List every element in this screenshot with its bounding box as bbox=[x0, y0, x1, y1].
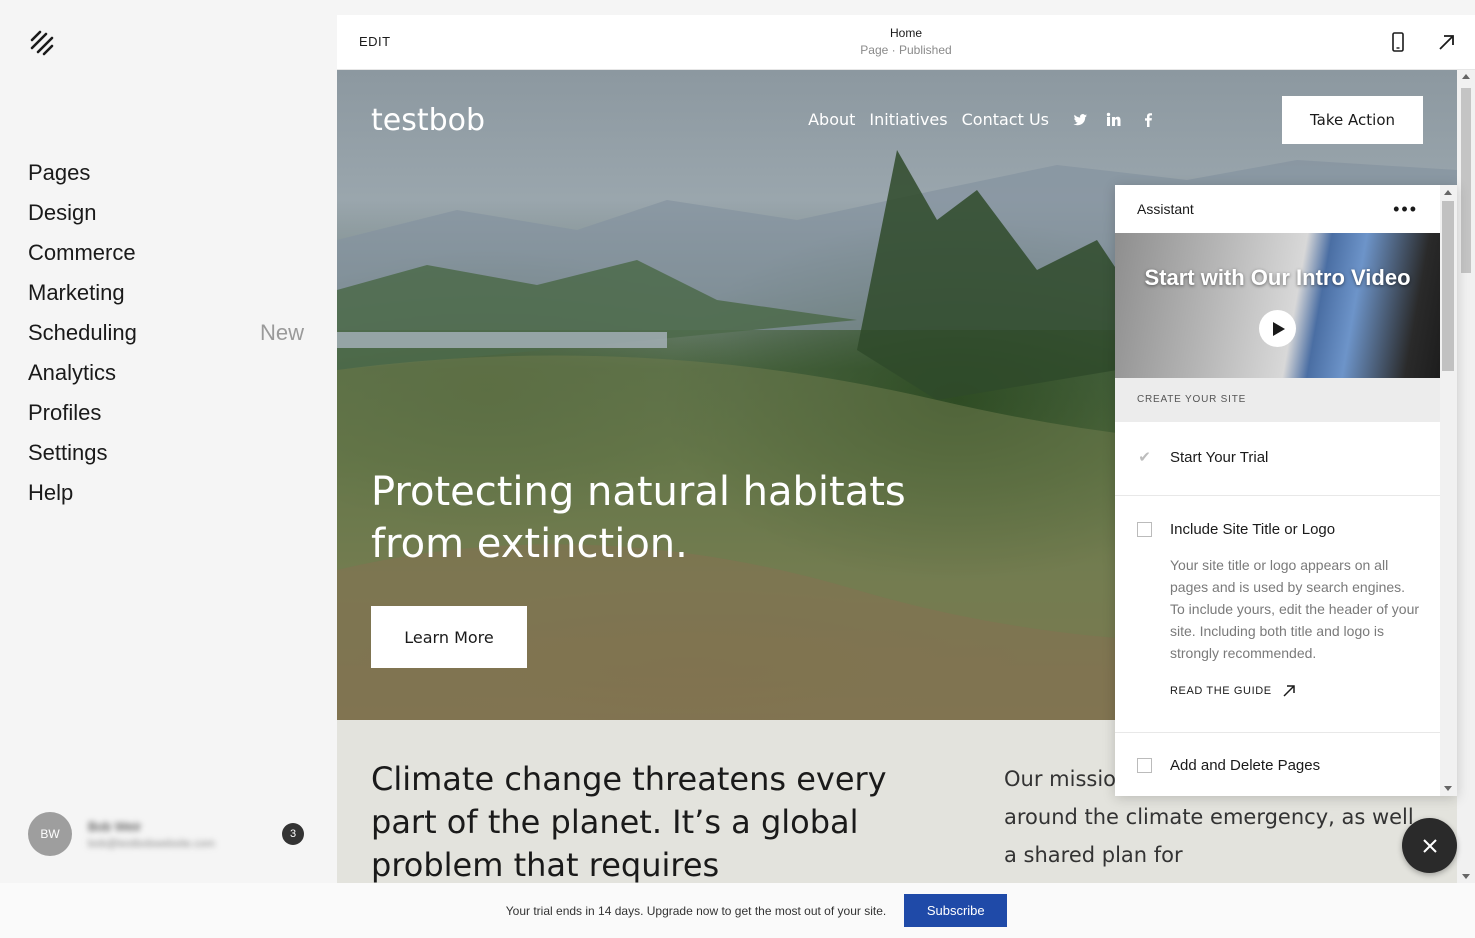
sidebar: Pages Design Commerce Marketing Scheduli… bbox=[0, 0, 337, 883]
nav-item-label: Commerce bbox=[28, 240, 136, 265]
nav-item-label: Profiles bbox=[28, 400, 102, 425]
new-badge: New bbox=[259, 320, 304, 345]
account-menu[interactable]: BW Bob Weir bob@testbobwebsite.com 3 bbox=[28, 812, 308, 856]
take-action-button[interactable]: Take Action bbox=[1282, 96, 1423, 144]
mission-heading[interactable]: Climate change threatens every part of t… bbox=[371, 758, 891, 883]
nav-item-profiles[interactable]: Profiles bbox=[28, 393, 308, 433]
editor-topbar: EDIT Home Page · Published bbox=[337, 15, 1475, 70]
account-email: bob@testbobwebsite.com bbox=[88, 837, 215, 850]
hero-headline[interactable]: Protecting natural habitats from extinct… bbox=[371, 466, 991, 570]
account-info: Bob Weir bob@testbobwebsite.com bbox=[88, 819, 282, 850]
scroll-down-arrow-icon[interactable] bbox=[1444, 786, 1452, 791]
frame-scrollbar[interactable] bbox=[1457, 70, 1475, 883]
step-checkbox[interactable] bbox=[1137, 521, 1152, 537]
nav-item-pages[interactable]: Pages bbox=[28, 153, 308, 193]
scroll-down-arrow-icon[interactable] bbox=[1462, 874, 1470, 879]
step-title: Start Your Trial bbox=[1170, 448, 1269, 466]
scroll-up-arrow-icon[interactable] bbox=[1462, 74, 1470, 79]
close-assistant-button[interactable] bbox=[1402, 818, 1457, 873]
arrow-up-right-icon bbox=[1283, 685, 1295, 697]
assistant-panel: Assistant ••• Start with Our Intro Video… bbox=[1115, 185, 1457, 796]
checkmark-icon[interactable]: ✔ bbox=[1137, 450, 1152, 465]
open-external-icon[interactable] bbox=[1436, 31, 1458, 53]
avatar[interactable]: BW bbox=[28, 812, 72, 856]
facebook-icon[interactable] bbox=[1139, 111, 1157, 129]
more-options-icon[interactable]: ••• bbox=[1393, 199, 1418, 220]
read-guide-link[interactable]: READ THE GUIDE bbox=[1170, 684, 1440, 698]
step-title: Include Site Title or Logo bbox=[1170, 520, 1336, 538]
scroll-up-arrow-icon[interactable] bbox=[1444, 190, 1452, 195]
nav-item-label: Help bbox=[28, 480, 74, 505]
nav-item-label: Pages bbox=[28, 160, 91, 185]
site-nav-contact[interactable]: Contact Us bbox=[962, 110, 1049, 129]
page-status: Page · Published bbox=[860, 43, 952, 57]
step-site-title[interactable]: Include Site Title or Logo Your site tit… bbox=[1115, 496, 1440, 733]
step-start-trial[interactable]: ✔ Start Your Trial bbox=[1115, 422, 1440, 496]
assistant-header: Assistant ••• bbox=[1115, 185, 1440, 233]
account-name: Bob Weir bbox=[88, 818, 142, 834]
assistant-title: Assistant bbox=[1137, 201, 1194, 217]
linkedin-icon[interactable] bbox=[1105, 111, 1123, 129]
subscribe-button[interactable]: Subscribe bbox=[904, 894, 1008, 927]
site-nav-about[interactable]: About bbox=[808, 110, 855, 129]
main-nav: Pages Design Commerce Marketing Scheduli… bbox=[28, 153, 308, 513]
site-nav: About Initiatives Contact Us bbox=[808, 110, 1173, 129]
nav-item-design[interactable]: Design bbox=[28, 193, 308, 233]
page-info: Home Page · Published bbox=[337, 26, 1475, 57]
nav-item-label: Scheduling bbox=[28, 320, 137, 345]
trial-banner: Your trial ends in 14 days. Upgrade now … bbox=[0, 883, 1475, 938]
nav-item-scheduling[interactable]: Scheduling New bbox=[28, 313, 308, 353]
assistant-scrollbar[interactable] bbox=[1440, 185, 1457, 796]
notification-count-badge[interactable]: 3 bbox=[282, 823, 304, 845]
play-icon[interactable] bbox=[1259, 310, 1296, 347]
video-title: Start with Our Intro Video bbox=[1144, 265, 1411, 290]
step-title: Add and Delete Pages bbox=[1170, 756, 1321, 774]
learn-more-button[interactable]: Learn More bbox=[371, 606, 527, 668]
twitter-icon[interactable] bbox=[1071, 111, 1089, 129]
step-add-pages[interactable]: Add and Delete Pages bbox=[1115, 733, 1440, 796]
close-icon bbox=[1422, 838, 1437, 853]
step-description: Your site title or logo appears on all p… bbox=[1170, 557, 1420, 661]
site-title[interactable]: testbob bbox=[371, 103, 485, 138]
intro-video[interactable]: Start with Our Intro Video bbox=[1115, 233, 1440, 378]
nav-item-marketing[interactable]: Marketing bbox=[28, 273, 308, 313]
section-label: CREATE YOUR SITE bbox=[1115, 378, 1440, 422]
nav-item-settings[interactable]: Settings bbox=[28, 433, 308, 473]
nav-item-analytics[interactable]: Analytics bbox=[28, 353, 308, 393]
mobile-preview-icon[interactable] bbox=[1387, 31, 1409, 53]
nav-item-label: Settings bbox=[28, 440, 108, 465]
nav-item-help[interactable]: Help bbox=[28, 473, 308, 513]
nav-item-label: Marketing bbox=[28, 280, 125, 305]
step-checkbox[interactable] bbox=[1137, 757, 1152, 773]
nav-item-commerce[interactable]: Commerce bbox=[28, 233, 308, 273]
guide-label: READ THE GUIDE bbox=[1170, 685, 1272, 697]
site-nav-initiatives[interactable]: Initiatives bbox=[869, 110, 947, 129]
nav-item-label: Analytics bbox=[28, 360, 117, 385]
page-title: Home bbox=[889, 26, 922, 40]
scrollbar-thumb[interactable] bbox=[1461, 88, 1471, 273]
squarespace-logo-icon[interactable] bbox=[28, 30, 56, 56]
trial-banner-text: Your trial ends in 14 days. Upgrade now … bbox=[505, 903, 887, 918]
scrollbar-thumb[interactable] bbox=[1442, 201, 1454, 371]
nav-item-label: Design bbox=[28, 200, 97, 225]
